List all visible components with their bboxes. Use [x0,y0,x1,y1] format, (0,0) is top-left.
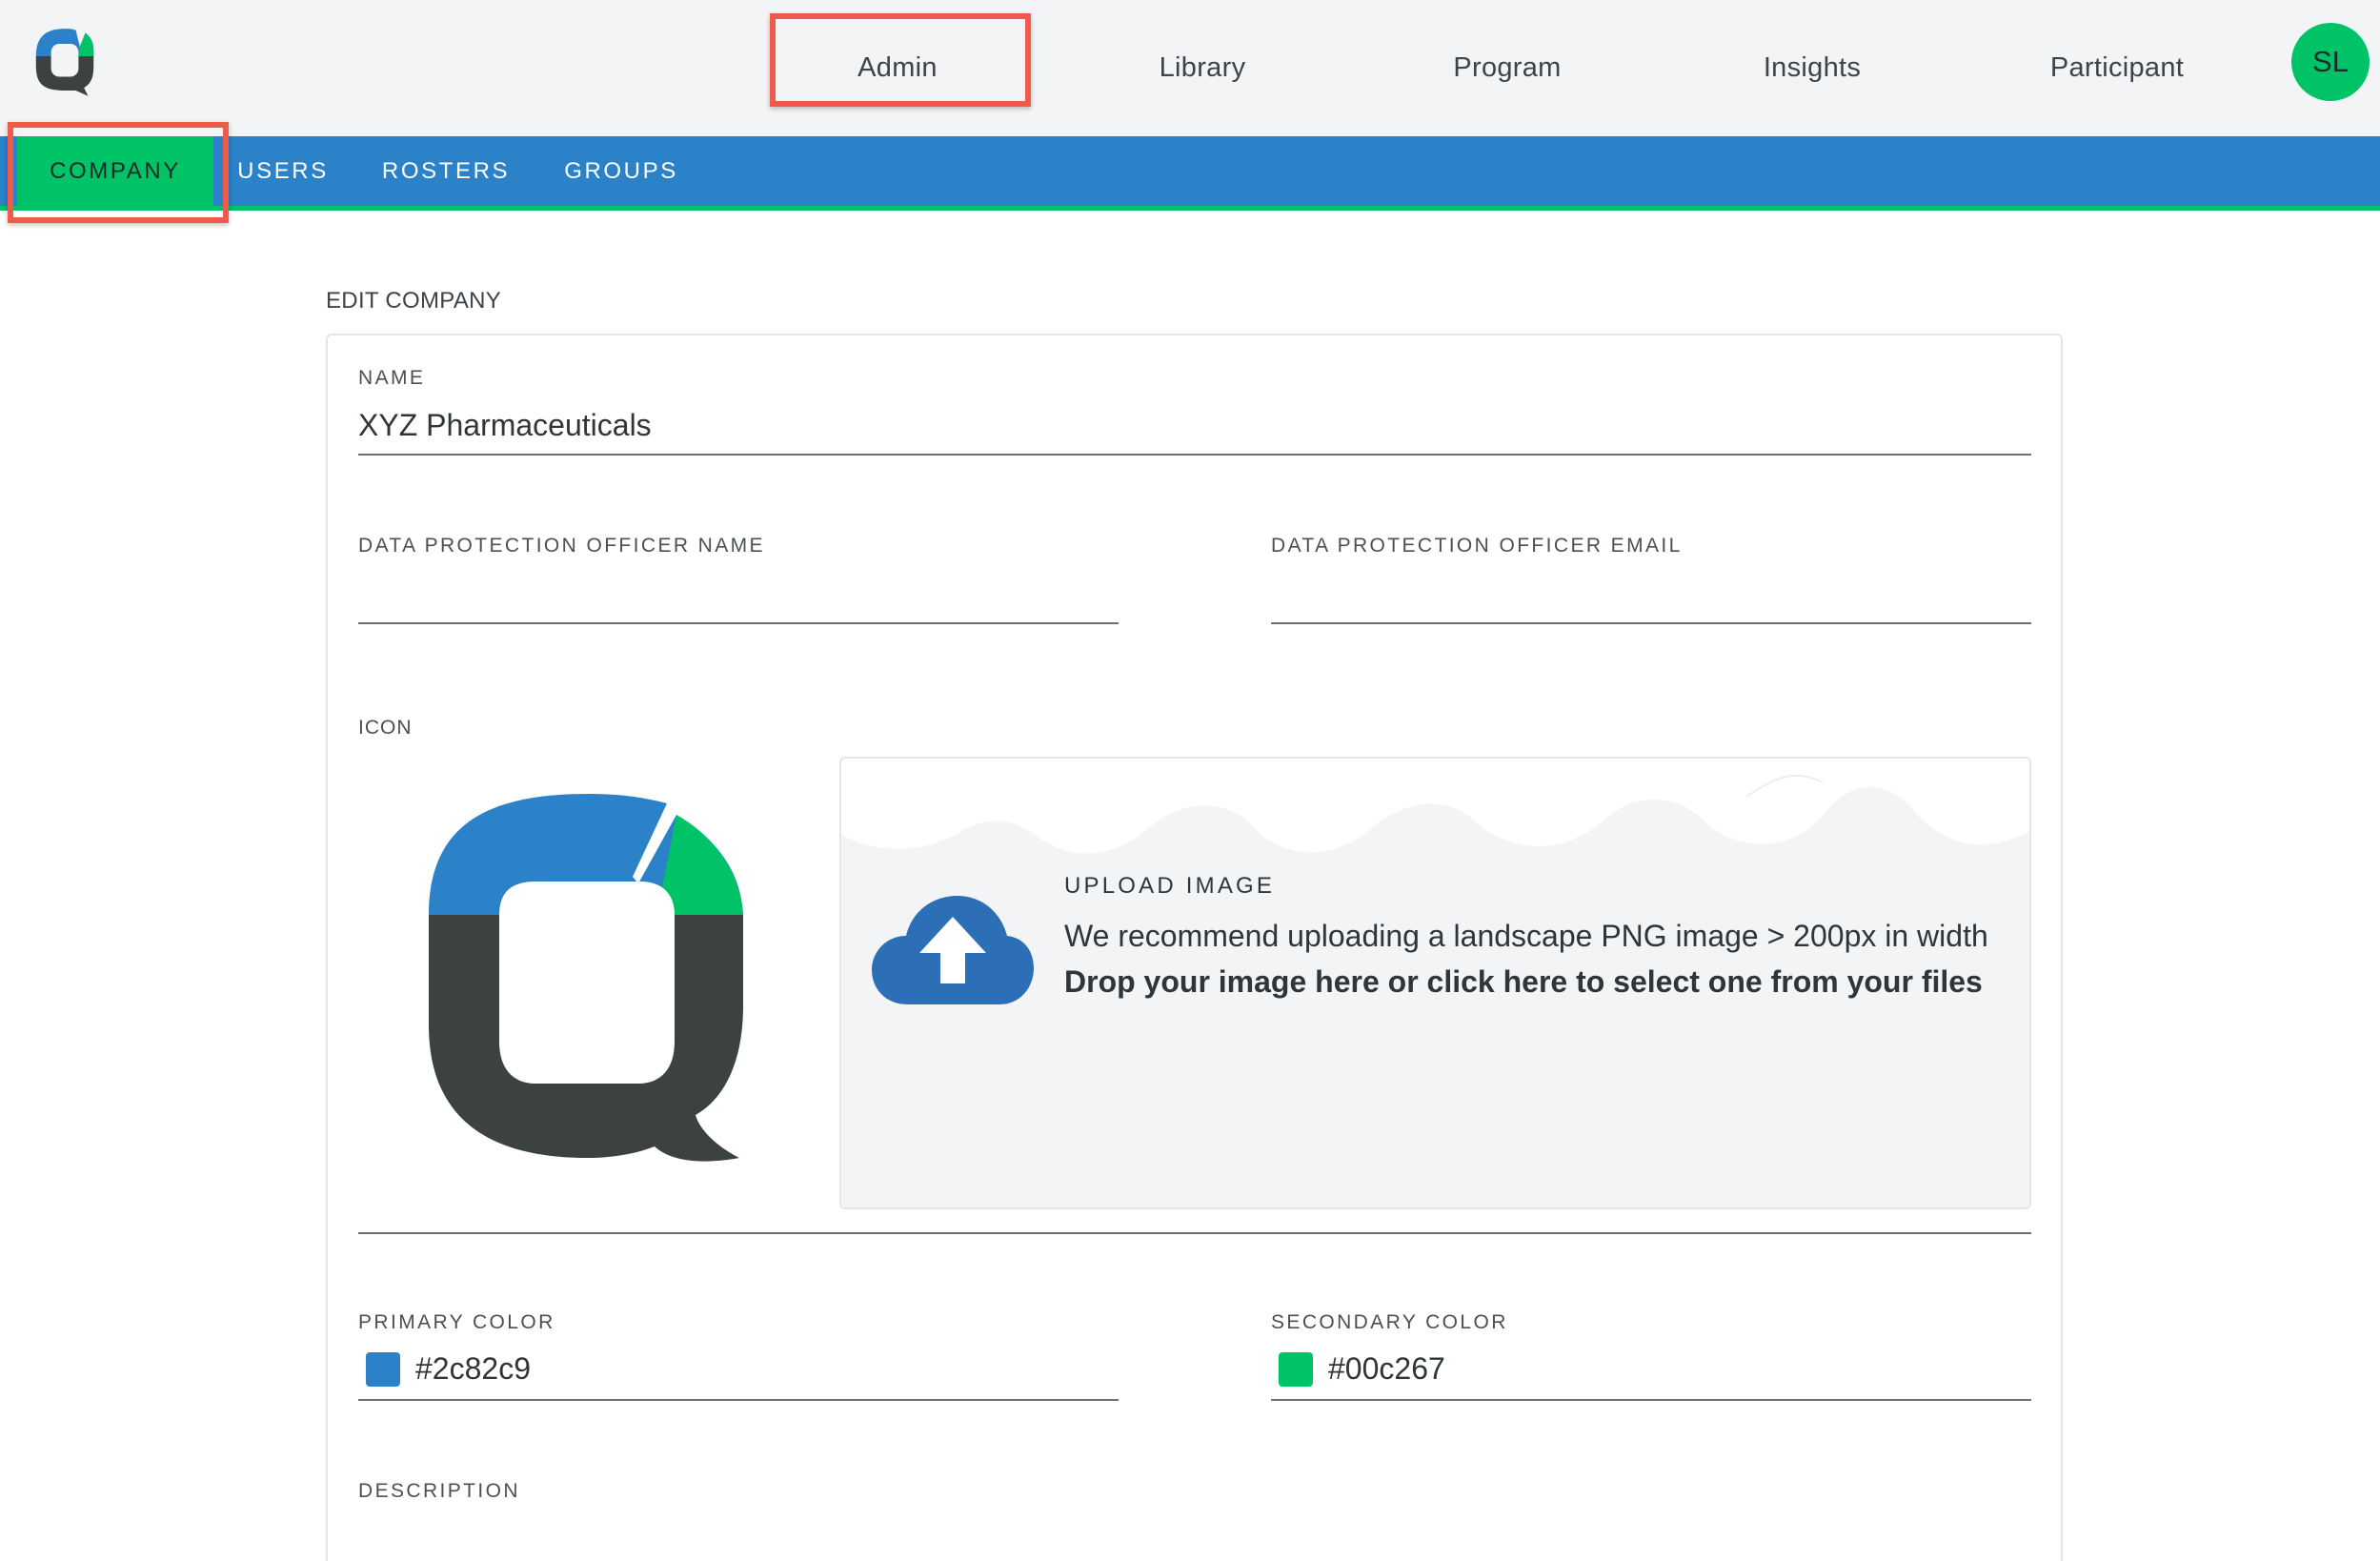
image-upload-dropzone[interactable]: UPLOAD IMAGE We recommend uploading a la… [839,757,2031,1209]
secondary-color-input[interactable]: #00c267 [1328,1351,1445,1387]
subnav-users-tab[interactable]: USERS [221,136,345,206]
dpo-name-underline [358,622,1119,624]
upload-hint: We recommend uploading a landscape PNG i… [1064,919,1988,953]
cloud-upload-icon [872,896,1034,1004]
q-logo-icon[interactable] [30,23,99,99]
name-underline [358,454,2031,456]
secondary-color-underline [1271,1399,2031,1401]
nav-library[interactable]: Library [1079,0,1326,136]
dpo-name-input[interactable] [358,576,1119,618]
icon-label: ICON [358,717,413,739]
admin-subnav: COMPANY USERS ROSTERS GROUPS [0,136,2380,211]
clouds-decoration [841,759,2029,863]
primary-color-swatch[interactable] [366,1352,400,1387]
dpo-email-underline [1271,622,2031,624]
upload-cta[interactable]: Drop your image here or click here to se… [1064,964,1983,1000]
primary-color-underline [358,1399,1119,1401]
name-input[interactable]: XYZ Pharmaceuticals [358,408,652,443]
nav-insights[interactable]: Insights [1688,0,1936,136]
subnav-rosters-tab[interactable]: ROSTERS [372,136,520,206]
dpo-email-input[interactable] [1271,576,2031,618]
name-label: NAME [358,367,426,389]
nav-participant[interactable]: Participant [1993,0,2241,136]
subnav-groups-tab[interactable]: GROUPS [549,136,694,206]
dpo-email-label: DATA PROTECTION OFFICER EMAIL [1271,535,1683,557]
upload-title: UPLOAD IMAGE [1064,873,1276,899]
description-label: DESCRIPTION [358,1480,520,1502]
secondary-color-label: SECONDARY COLOR [1271,1311,1508,1333]
icon-section-divider [358,1232,2031,1234]
dpo-name-label: DATA PROTECTION OFFICER NAME [358,535,765,557]
subnav-company-tab[interactable]: COMPANY [17,136,213,206]
nav-admin[interactable]: Admin [774,0,1021,136]
primary-color-label: PRIMARY COLOR [358,1311,555,1333]
company-icon-preview [429,794,743,1162]
user-avatar[interactable]: SL [2291,23,2370,101]
nav-program[interactable]: Program [1383,0,1631,136]
primary-color-input[interactable]: #2c82c9 [415,1351,531,1387]
top-navigation-bar: Admin Library Program Insights Participa… [0,0,2380,136]
secondary-color-swatch[interactable] [1279,1352,1313,1387]
page-title: EDIT COMPANY [326,288,502,314]
